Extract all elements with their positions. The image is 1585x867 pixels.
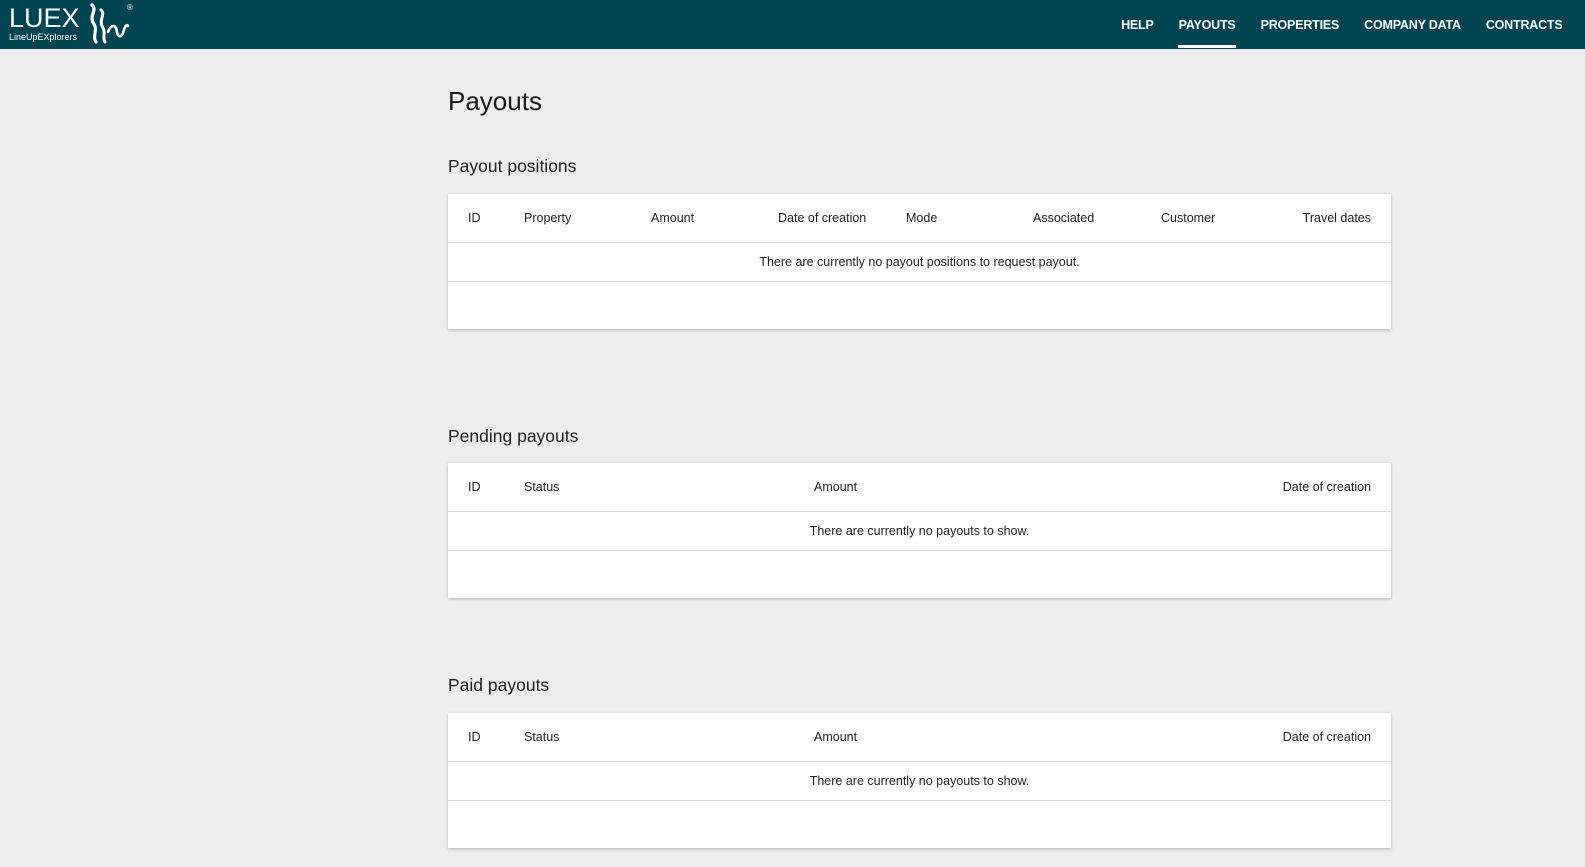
column-header-associated[interactable]: Associated [1033, 211, 1094, 225]
column-header-travel-dates[interactable]: Travel dates [1303, 211, 1371, 225]
nav-item-help[interactable]: HELP [1109, 0, 1167, 46]
column-header-date-of-creation[interactable]: Date of creation [1283, 480, 1371, 494]
logo-tagline: LineUpEXplorers [9, 32, 78, 42]
column-header-amount[interactable]: Amount [814, 730, 857, 744]
column-header-id[interactable]: ID [468, 730, 481, 744]
empty-state-message: There are currently no payouts to show. [448, 762, 1391, 801]
table-footer [448, 551, 1391, 598]
payout-positions-table: ID Property Amount Date of creation Mode… [448, 194, 1391, 329]
table-header: ID Status Amount Date of creation [448, 463, 1391, 512]
luex-logo[interactable]: LUEX LineUpEXplorers ® [8, 0, 138, 49]
column-header-status[interactable]: Status [524, 730, 559, 744]
column-header-date-of-creation[interactable]: Date of creation [1283, 730, 1371, 744]
registered-mark: ® [127, 3, 133, 12]
table-header: ID Status Amount Date of creation [448, 713, 1391, 762]
main-nav: HELP PAYOUTS PROPERTIES COMPANY DATA CON… [1109, 0, 1575, 49]
nav-item-contracts[interactable]: CONTRACTS [1473, 0, 1575, 46]
top-navigation-bar: LUEX LineUpEXplorers ® HELP PAYOUTS PROP… [0, 0, 1585, 49]
payout-positions-title: Payout positions [448, 156, 577, 176]
column-header-mode[interactable]: Mode [906, 211, 937, 225]
column-header-property[interactable]: Property [524, 211, 571, 225]
column-header-date-of-creation[interactable]: Date of creation [778, 211, 866, 225]
nav-item-properties[interactable]: PROPERTIES [1248, 0, 1352, 46]
column-header-amount[interactable]: Amount [814, 480, 857, 494]
paid-payouts-table: ID Status Amount Date of creation There … [448, 713, 1391, 848]
logo-wordmark: LUEX [9, 3, 80, 33]
nav-item-company-data[interactable]: COMPANY DATA [1352, 0, 1474, 46]
page-title: Payouts [448, 86, 542, 116]
column-header-amount[interactable]: Amount [651, 211, 694, 225]
empty-state-message: There are currently no payouts to show. [448, 512, 1391, 551]
wave-logo-icon [90, 3, 130, 44]
column-header-id[interactable]: ID [468, 211, 481, 225]
column-header-customer[interactable]: Customer [1161, 211, 1215, 225]
column-header-id[interactable]: ID [468, 480, 481, 494]
column-header-status[interactable]: Status [524, 480, 559, 494]
table-footer [448, 282, 1391, 329]
table-header: ID Property Amount Date of creation Mode… [448, 194, 1391, 243]
paid-payouts-title: Paid payouts [448, 675, 550, 695]
pending-payouts-table: ID Status Amount Date of creation There … [448, 463, 1391, 598]
empty-state-message: There are currently no payout positions … [448, 243, 1391, 282]
table-footer [448, 801, 1391, 848]
nav-item-payouts[interactable]: PAYOUTS [1166, 0, 1248, 48]
pending-payouts-title: Pending payouts [448, 426, 579, 446]
